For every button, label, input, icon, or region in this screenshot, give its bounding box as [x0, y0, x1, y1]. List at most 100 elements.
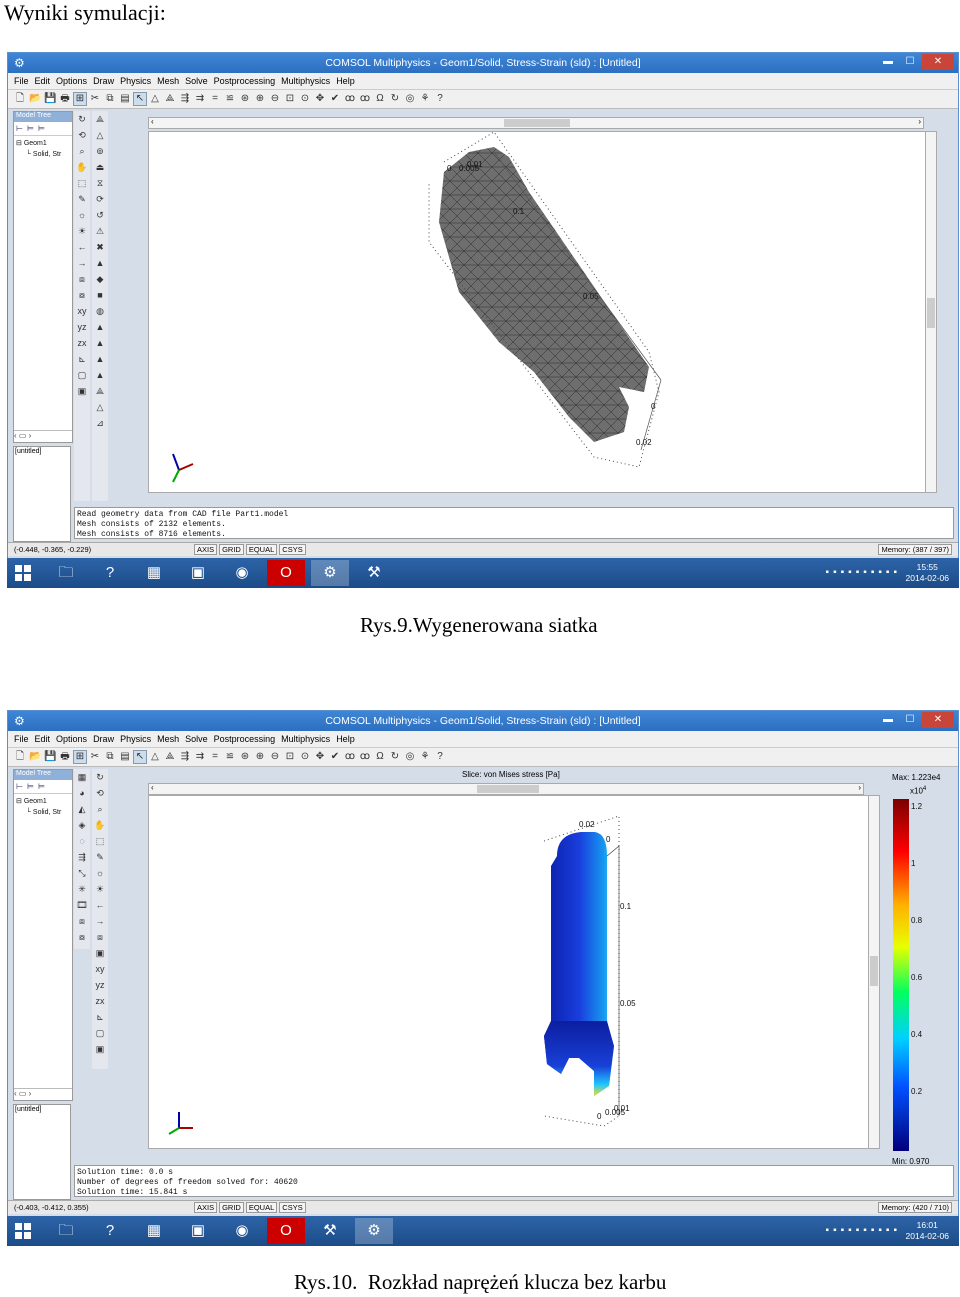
view-zx-icon[interactable]: zx	[76, 337, 88, 349]
csys-toggle[interactable]: CSYS	[279, 544, 306, 555]
postprocess-icon[interactable]: ⚘	[419, 751, 431, 763]
zoom-in-icon[interactable]: ⊕	[254, 93, 266, 105]
animation-icon[interactable]: 🎞	[76, 899, 88, 911]
minimize-button[interactable]: ▬	[878, 54, 898, 70]
grid-toggle[interactable]: GRID	[219, 1202, 244, 1213]
tool-taskbar-icon[interactable]: ⚒	[311, 1218, 349, 1244]
canvas-vscrollbar[interactable]	[868, 795, 880, 1149]
zoom-out-icon[interactable]: ⊖	[269, 751, 281, 763]
view-3d-icon[interactable]: ⧈	[94, 931, 106, 943]
select-region-icon[interactable]: ⬚	[76, 177, 88, 189]
zoom-extents-icon[interactable]: ⊙	[299, 93, 311, 105]
shape-9-icon[interactable]: ✖	[94, 241, 106, 253]
cut-icon[interactable]: ✂	[89, 93, 101, 105]
file-explorer-icon[interactable]: 🗀	[47, 1218, 85, 1244]
minimize-button[interactable]: ▬	[878, 712, 898, 728]
copy-icon[interactable]: ⧉	[104, 93, 116, 105]
scene-light-icon[interactable]: ◎	[404, 751, 416, 763]
menu-options[interactable]: Options	[56, 76, 87, 86]
zoom-icon[interactable]: ⌕	[76, 145, 88, 157]
menu-mesh[interactable]: Mesh	[157, 76, 179, 86]
shape-6-icon[interactable]: ⟳	[94, 193, 106, 205]
shape-18-icon[interactable]: ⟁	[94, 385, 106, 397]
zoom-out-icon[interactable]: ⊖	[269, 93, 281, 105]
select-region-icon[interactable]: ⬚	[94, 835, 106, 847]
tiles-app-icon[interactable]: ▦	[135, 1218, 173, 1244]
tree-item-geom1[interactable]: ⊟ Geom1	[16, 796, 70, 807]
menu-help[interactable]: Help	[336, 76, 355, 86]
open-folder-icon[interactable]: 📂	[29, 93, 41, 105]
edge-mode-icon[interactable]: ⇉	[194, 751, 206, 763]
tree-item-solid[interactable]: └ Solid, Str	[16, 807, 70, 818]
help-icon[interactable]: ?	[434, 93, 446, 105]
help-app-icon[interactable]: ?	[91, 1218, 129, 1244]
shape-5-icon[interactable]: ⧖	[94, 177, 106, 189]
menu-postprocessing[interactable]: Postprocessing	[214, 76, 276, 86]
select-pointer-icon[interactable]: ↖	[133, 92, 147, 106]
cube-view-icon[interactable]: ⧈	[76, 915, 88, 927]
shape-10-icon[interactable]: ▲	[94, 257, 106, 269]
omega-icon[interactable]: Ω	[374, 751, 386, 763]
equation-icon[interactable]: =	[209, 93, 221, 105]
equal-toggle[interactable]: EQUAL	[245, 1202, 278, 1213]
zoom-icon[interactable]: ⌕	[94, 803, 106, 815]
scene-light-icon[interactable]: ◎	[404, 93, 416, 105]
animate-icon[interactable]: ꝏ	[359, 751, 371, 763]
mesh-plot-icon[interactable]: ▦	[76, 771, 88, 783]
box-icon[interactable]: ▢	[76, 369, 88, 381]
view-yz-icon[interactable]: yz	[94, 979, 106, 991]
menu-draw[interactable]: Draw	[93, 76, 114, 86]
comsol-taskbar-icon[interactable]: ⚙	[355, 1218, 393, 1244]
tree-collapse-icon[interactable]: ⊨	[38, 124, 45, 133]
orbit-icon[interactable]: ⟲	[94, 787, 106, 799]
arrow-left-icon[interactable]: ←	[94, 899, 106, 911]
point-mode-icon[interactable]: ≌	[224, 93, 236, 105]
rotate-icon[interactable]: ↻	[76, 113, 88, 125]
control-panel-icon[interactable]: ▣	[179, 560, 217, 586]
shape-16-icon[interactable]: ▲	[94, 353, 106, 365]
grid-toggle[interactable]: GRID	[219, 544, 244, 555]
check-icon[interactable]: ✔	[329, 751, 341, 763]
box-alt-icon[interactable]: ▣	[94, 1043, 106, 1055]
menu-draw[interactable]: Draw	[93, 734, 114, 744]
solve-icon[interactable]: ⊛	[239, 93, 251, 105]
tree-view-icon[interactable]: ⊢	[16, 124, 23, 133]
pan-icon[interactable]: ✋	[76, 161, 88, 173]
file-explorer-icon[interactable]: 🗀	[47, 560, 85, 586]
model-tree-toggle-icon[interactable]: ⊞	[73, 92, 87, 106]
view-box-icon[interactable]: ▣	[94, 947, 106, 959]
opera-icon[interactable]: O	[267, 1218, 305, 1244]
arrow-right-icon[interactable]: →	[94, 915, 106, 927]
zoom-window-icon[interactable]: ⊡	[284, 751, 296, 763]
shape-14-icon[interactable]: ▲	[94, 321, 106, 333]
menu-options[interactable]: Options	[56, 734, 87, 744]
box-icon[interactable]: ▢	[94, 1027, 106, 1039]
view-xy-icon[interactable]: xy	[76, 305, 88, 317]
menu-multiphysics[interactable]: Multiphysics	[281, 734, 330, 744]
new-file-icon[interactable]: 🗋	[14, 93, 26, 105]
shape-11-icon[interactable]: ◆	[94, 273, 106, 285]
mesh-canvas[interactable]: 0 0.005 0.01 0.1 0.05 0 0.02	[148, 131, 932, 493]
menu-physics[interactable]: Physics	[120, 76, 151, 86]
surface-plot-icon[interactable]: ◕	[76, 787, 88, 799]
tool-taskbar-icon[interactable]: ⚒	[355, 560, 393, 586]
paste-icon[interactable]: ▤	[119, 93, 131, 105]
headlight-icon[interactable]: ☀	[94, 883, 106, 895]
rotate-icon[interactable]: ↻	[94, 771, 106, 783]
point-mode-icon[interactable]: ≌	[224, 751, 236, 763]
system-tray-icons[interactable]: ▪▪▪▪▪▪▪▪▪▪	[826, 567, 901, 578]
arrow-plot-icon[interactable]: ⇶	[76, 851, 88, 863]
move-icon[interactable]: ✥	[314, 93, 326, 105]
paint-icon[interactable]: ✎	[94, 851, 106, 863]
menu-edit[interactable]: Edit	[35, 76, 51, 86]
windows-start-icon[interactable]	[15, 565, 31, 581]
cube-view-icon[interactable]: ⧈	[76, 273, 88, 285]
save-icon[interactable]: 💾	[44, 93, 56, 105]
select-pointer-icon[interactable]: ↖	[133, 750, 147, 764]
menu-edit[interactable]: Edit	[35, 734, 51, 744]
edge-mode-icon[interactable]: ⇉	[194, 93, 206, 105]
zoom-extents-icon[interactable]: ⊙	[299, 751, 311, 763]
new-file-icon[interactable]: 🗋	[14, 751, 26, 763]
tree-item-solid[interactable]: └ Solid, Str	[16, 149, 70, 160]
chrome-icon[interactable]: ◉	[223, 1218, 261, 1244]
